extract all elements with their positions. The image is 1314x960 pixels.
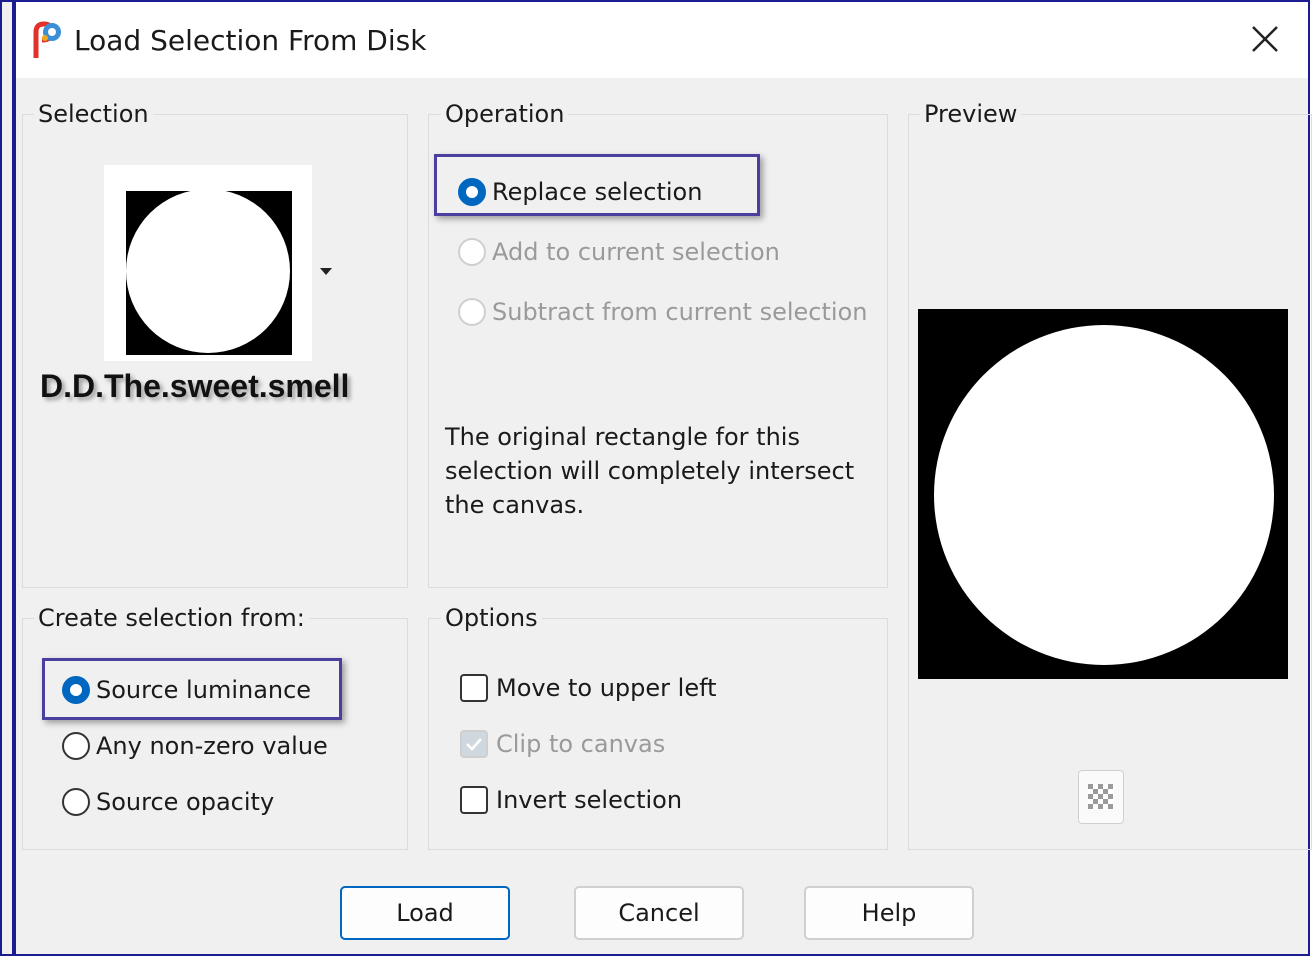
radio-any-non-zero-value[interactable]: Any non-zero value xyxy=(62,732,328,760)
radio-indicator xyxy=(62,788,90,816)
load-button[interactable]: Load xyxy=(340,886,510,940)
checkbox-indicator xyxy=(460,674,488,702)
radio-indicator xyxy=(458,178,486,206)
checkbox-invert-selection[interactable]: Invert selection xyxy=(460,786,682,814)
radio-indicator xyxy=(62,676,90,704)
operation-group-label: Operation xyxy=(441,100,569,128)
radio-source-luminance[interactable]: Source luminance xyxy=(62,676,311,704)
radio-indicator xyxy=(458,238,486,266)
dialog-window: Load Selection From Disk Selection D.D.T… xyxy=(0,0,1312,956)
checkmark-icon xyxy=(466,738,482,751)
radio-label: Source opacity xyxy=(96,788,275,816)
radio-indicator xyxy=(62,732,90,760)
radio-replace-selection[interactable]: Replace selection xyxy=(458,178,702,206)
checkbox-label: Clip to canvas xyxy=(496,730,666,758)
checkbox-move-to-upper-left[interactable]: Move to upper left xyxy=(460,674,717,702)
selection-group-label: Selection xyxy=(34,100,153,128)
radio-indicator xyxy=(458,298,486,326)
create-selection-from-label: Create selection from: xyxy=(34,604,309,632)
window-title: Load Selection From Disk xyxy=(74,24,427,57)
cancel-button[interactable]: Cancel xyxy=(574,886,744,940)
close-button[interactable] xyxy=(1240,14,1290,64)
dialog-body: Selection D.D.The.sweet.smell Operation … xyxy=(16,78,1312,954)
title-bar: Load Selection From Disk xyxy=(16,2,1308,78)
caret-down-icon[interactable] xyxy=(320,268,332,275)
checkbox-clip-to-canvas[interactable]: Clip to canvas xyxy=(460,730,665,758)
radio-add-to-current-selection[interactable]: Add to current selection xyxy=(458,238,780,266)
checkbox-label: Invert selection xyxy=(496,786,683,814)
radio-label: Subtract from current selection xyxy=(492,298,868,326)
options-group-label: Options xyxy=(441,604,542,632)
checkbox-label: Move to upper left xyxy=(496,674,717,702)
selection-file-name: D.D.The.sweet.smell xyxy=(40,368,350,404)
intersect-message: The original rectangle for this selectio… xyxy=(445,423,855,519)
radio-label: Source luminance xyxy=(96,676,312,704)
radio-label: Add to current selection xyxy=(492,238,780,266)
selection-thumbnail[interactable] xyxy=(104,165,312,361)
radio-subtract-from-current-selection[interactable]: Subtract from current selection xyxy=(458,298,867,326)
help-button[interactable]: Help xyxy=(804,886,974,940)
checkerboard-icon[interactable] xyxy=(1078,770,1124,824)
radio-label: Replace selection xyxy=(492,178,703,206)
checkbox-indicator xyxy=(460,786,488,814)
close-icon xyxy=(1252,26,1278,52)
preview-group-label: Preview xyxy=(920,100,1022,128)
app-logo-icon xyxy=(30,20,64,60)
radio-label: Any non-zero value xyxy=(96,732,328,760)
radio-source-opacity[interactable]: Source opacity xyxy=(62,788,274,816)
checkbox-indicator xyxy=(460,730,488,758)
preview-image xyxy=(918,309,1288,679)
